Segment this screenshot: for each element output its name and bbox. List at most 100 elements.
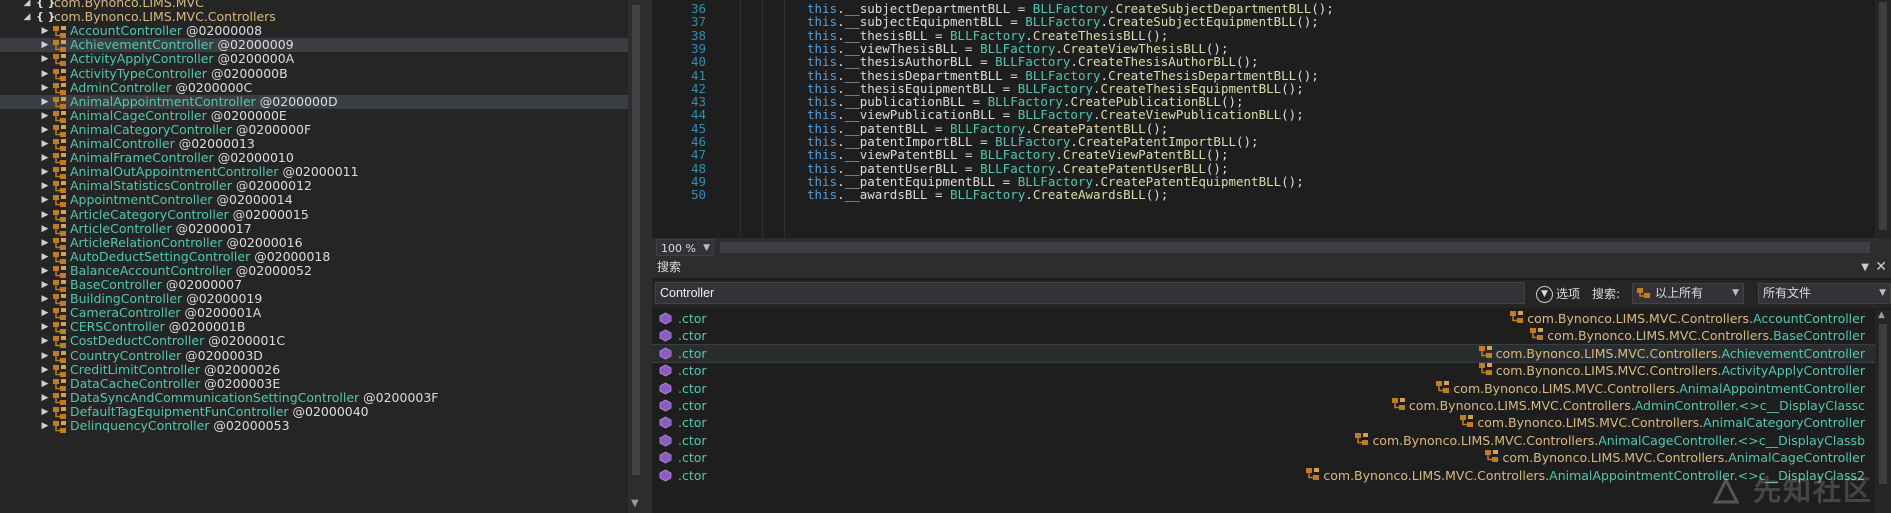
tree-scrollbar-thumb[interactable] xyxy=(632,5,640,475)
declaring-type: com.Bynonco.LIMS.MVC.Controllers.Achieve… xyxy=(1478,345,1865,362)
tree-class-node[interactable]: ▶ AnimalAppointmentController @0200000D xyxy=(0,93,628,109)
tree-class-node[interactable]: ▶ CostDeductController @0200001C xyxy=(0,334,628,349)
tree-class-node[interactable]: ▶ DelinquencyController @02000053 xyxy=(0,419,628,433)
class-label: AnimalAppointmentController @0200000D xyxy=(70,93,338,109)
type-name: AdminController.<>c__DisplayClassc xyxy=(1634,398,1865,413)
tree-class-node[interactable]: ▶ BuildingController @02000019 xyxy=(0,292,628,307)
tree-class-node[interactable]: ▶ CreditLimitController @02000026 xyxy=(0,362,628,377)
tree-class-node[interactable]: ▶ BalanceAccountController @02000052 xyxy=(0,262,628,278)
method-icon xyxy=(659,312,672,325)
options-button[interactable]: ▼ 选项 xyxy=(1536,284,1580,304)
search-result-row[interactable]: .ctor com.Bynonco.LIMS.MVC.Controllers.An… xyxy=(652,432,1875,449)
search-input[interactable] xyxy=(655,282,1525,304)
class-label: AdminController @0200000C xyxy=(70,79,253,95)
collapsed-arrow-icon[interactable]: ▶ xyxy=(40,419,50,436)
tree-class-node[interactable]: ▶ ActivityApplyController @0200000A xyxy=(0,52,628,67)
tree-class-node[interactable]: ▶ AchievementController @02000009 xyxy=(0,38,628,53)
zoom-select[interactable]: 100 % ▼ xyxy=(656,239,714,256)
class-icon xyxy=(1478,345,1494,359)
tree-class-node[interactable]: ▶ AdminController @0200000C xyxy=(0,79,628,95)
tree-class-node[interactable]: ▶ AnimalController @02000013 xyxy=(0,137,628,151)
type-name: AnimalCategoryController xyxy=(1703,415,1865,431)
member-name: .ctor xyxy=(678,328,707,344)
search-result-row[interactable]: .ctor com.Bynonco.LIMS.MVC.Controllers.An… xyxy=(652,467,1875,484)
search-result-row[interactable]: .ctor com.Bynonco.LIMS.MVC.Controllers.Ac… xyxy=(652,310,1875,327)
search-result-row[interactable]: .ctor com.Bynonco.LIMS.MVC.Controllers.Ad… xyxy=(652,397,1875,414)
search-result-row[interactable]: .ctor com.Bynonco.LIMS.MVC.Controllers.Ac… xyxy=(652,343,1875,363)
scope-select[interactable]: 以上所有 ▼ xyxy=(1632,283,1744,304)
results-scrollbar[interactable]: ▲ xyxy=(1875,310,1891,513)
code-editor[interactable]: 36 this.__subjectDepartmentBLL = BLLFacto… xyxy=(652,0,1891,238)
search-results-list[interactable]: .ctor com.Bynonco.LIMS.MVC.Controllers.Ac… xyxy=(652,310,1875,513)
tree-class-node[interactable]: ▶ DefaultTagEquipmentFunController @02000… xyxy=(0,404,628,419)
declaring-type: com.Bynonco.LIMS.MVC.Controllers.AnimalC… xyxy=(1484,449,1865,466)
class-label: DataSyncAndCommunicationSettingControlle… xyxy=(70,389,439,405)
metadata-token: @0200001B xyxy=(168,319,246,335)
code-scroll-thumb[interactable] xyxy=(1879,2,1887,230)
metadata-token: @02000052 xyxy=(235,262,312,278)
tree-class-node[interactable]: ▶ ArticleRelationController @02000016 xyxy=(0,234,628,250)
class-label: AnimalOutAppointmentController @02000011 xyxy=(70,164,359,180)
type-name: AchievementController xyxy=(1721,345,1865,361)
tree-class-node[interactable]: ▶ BaseController @02000007 xyxy=(0,278,628,292)
tree-class-node[interactable]: ▶ ArticleCategoryController @02000015 xyxy=(0,207,628,222)
class-label: AnimalController @02000013 xyxy=(70,136,255,151)
tree-class-node[interactable]: ▶ DataSyncAndCommunicationSettingControll… xyxy=(0,389,628,405)
files-select[interactable]: 所有文件 ▼ xyxy=(1758,283,1891,304)
tree-class-node[interactable]: ▶ ArticleController @02000017 xyxy=(0,221,628,236)
scroll-up-icon[interactable]: ▲ xyxy=(1878,310,1885,320)
search-panel-title: 搜索 xyxy=(657,260,682,274)
type-namespace: com.Bynonco.LIMS.MVC.Controllers. xyxy=(1495,363,1722,379)
type-namespace: com.Bynonco.LIMS.MVC.Controllers. xyxy=(1502,450,1729,466)
tree-class-node[interactable]: ▶ AnimalStatisticsController @02000012 xyxy=(0,179,628,194)
member-name: .ctor xyxy=(678,467,707,483)
search-result-row[interactable]: .ctor com.Bynonco.LIMS.MVC.Controllers.Ba… xyxy=(652,327,1875,344)
search-result-row[interactable]: .ctor com.Bynonco.LIMS.MVC.Controllers.An… xyxy=(652,449,1875,466)
metadata-token: @02000018 xyxy=(254,248,331,264)
metadata-token: @0200000C xyxy=(175,79,253,95)
tree-class-node[interactable]: ▶ CERSController @0200001B xyxy=(0,319,628,335)
metadata-token: @0200000D xyxy=(259,93,338,109)
class-label: ActivityTypeController @0200000B xyxy=(70,65,288,81)
results-scroll-thumb[interactable] xyxy=(1879,324,1887,484)
metadata-token: @0200003F xyxy=(363,389,439,405)
dropdown-icon[interactable]: ▼ xyxy=(1861,257,1869,278)
class-icon xyxy=(1354,432,1370,446)
type-namespace: com.Bynonco.LIMS.MVC.Controllers. xyxy=(1408,398,1635,413)
method-icon xyxy=(659,347,672,360)
tree-class-node[interactable]: ▶ CountryController @0200003D xyxy=(0,348,628,363)
tree-class-node[interactable]: ▶ AnimalCageController @0200000E xyxy=(0,108,628,123)
class-label: CERSController @0200001B xyxy=(70,319,246,335)
metadata-token: @02000016 xyxy=(226,234,303,250)
tree-namespace-node[interactable]: ◢{ } com.Bynonco.LIMS.MVC.Controllers xyxy=(0,10,628,24)
zoom-value: 100 % xyxy=(661,242,696,255)
code-horizontal-scrollbar[interactable] xyxy=(720,242,1870,253)
tree-class-node[interactable]: ▶ AccountController @02000008 xyxy=(0,24,628,39)
indent-guide xyxy=(784,0,785,238)
splitter[interactable] xyxy=(644,0,652,513)
tree-class-node[interactable]: ▶ AutoDeductSettingController @02000018 xyxy=(0,248,628,264)
search-result-row[interactable]: .ctor com.Bynonco.LIMS.MVC.Controllers.An… xyxy=(652,380,1875,397)
tree-class-node[interactable]: ▶ AnimalCategoryController @0200000F xyxy=(0,122,628,137)
tree-class-node[interactable]: ▶ AppointmentController @02000014 xyxy=(0,193,628,208)
tree-class-node[interactable]: ▶ DataCacheController @0200003E xyxy=(0,376,628,391)
code-line[interactable]: this.__awardsBLL = BLLFactory.CreateAwar… xyxy=(807,187,1168,203)
member-name: .ctor xyxy=(678,415,707,431)
close-icon[interactable]: ✕ xyxy=(1875,257,1887,278)
tree-class-node[interactable]: ▶ AnimalOutAppointmentController @0200001… xyxy=(0,164,628,180)
search-result-row[interactable]: .ctor com.Bynonco.LIMS.MVC.Controllers.An… xyxy=(652,414,1875,431)
search-result-row[interactable]: .ctor com.Bynonco.LIMS.MVC.Controllers.Ac… xyxy=(652,362,1875,379)
declaring-type: com.Bynonco.LIMS.MVC.Controllers.Account… xyxy=(1509,310,1865,327)
scroll-down-icon[interactable]: ▼ xyxy=(631,498,639,509)
class-label: DelinquencyController @02000053 xyxy=(70,418,290,433)
metadata-token: @02000013 xyxy=(178,136,255,151)
code-vertical-scrollbar[interactable] xyxy=(1875,0,1891,238)
member-name: .ctor xyxy=(678,432,707,448)
tree-scrollbar[interactable]: ▼ xyxy=(628,0,644,513)
class-icon xyxy=(1637,288,1650,298)
assembly-tree[interactable]: ◢{ } com.Bynonco.LIMS.MVC ◢{ } com.Bynonco.… xyxy=(0,0,628,513)
tree-class-node[interactable]: ▶ ActivityTypeController @0200000B xyxy=(0,65,628,81)
tree-class-node[interactable]: ▶ AnimalFrameController @02000010 xyxy=(0,151,628,166)
method-icon xyxy=(659,382,672,395)
tree-class-node[interactable]: ▶ CameraController @0200001A xyxy=(0,306,628,321)
